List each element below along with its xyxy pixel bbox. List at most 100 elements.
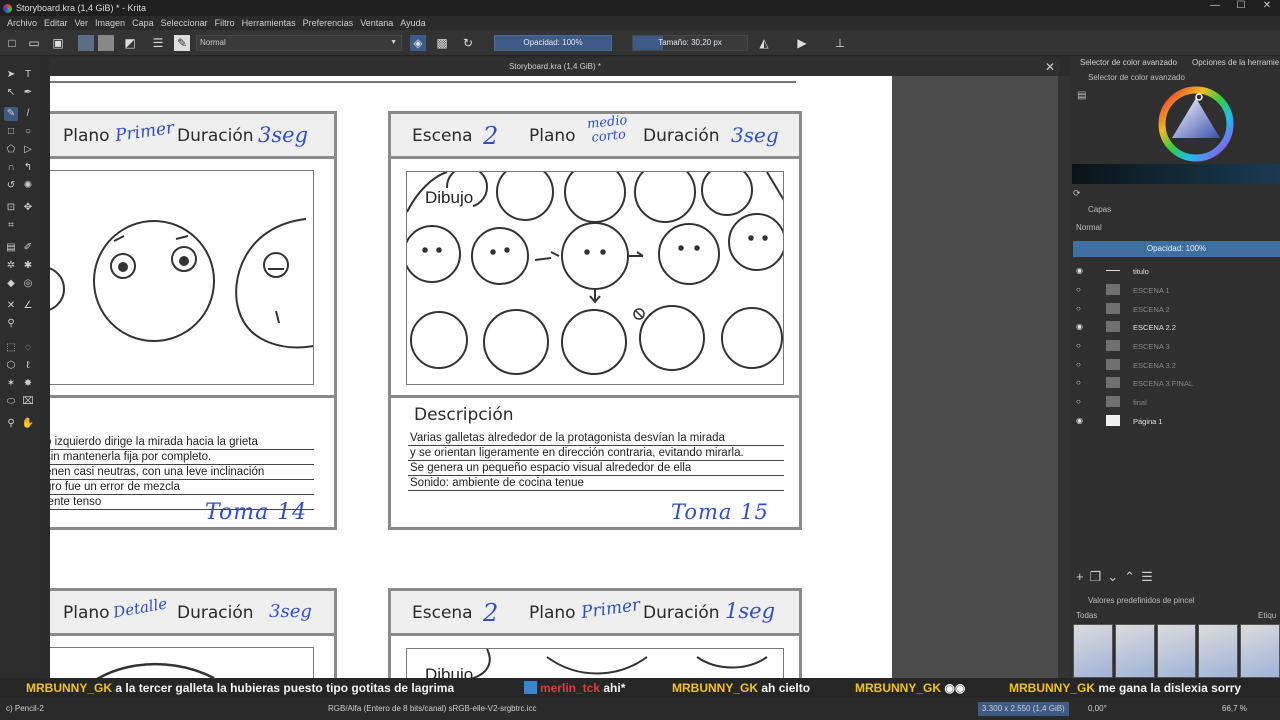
reload-preset-icon[interactable]: ↻ (460, 35, 476, 51)
layer-row[interactable]: ○ ESCENA 3.2 (1073, 356, 1280, 375)
close-document-icon[interactable]: ✕ (1045, 58, 1055, 76)
polygon-tool-icon[interactable]: ⬠ (4, 143, 18, 157)
reference-tool-icon[interactable]: ⚲ (4, 317, 18, 331)
eye-hidden-icon[interactable]: ○ (1076, 285, 1081, 294)
layer-row[interactable]: ◉ Página 1 (1073, 412, 1280, 431)
add-layer-icon[interactable]: + (1076, 569, 1090, 584)
menu-archivo[interactable]: Archivo (7, 18, 37, 28)
menu-ventana[interactable]: Ventana (360, 18, 393, 28)
smart-patch-icon[interactable]: ✱ (21, 259, 35, 273)
size-slider[interactable]: Tamaño: 30,20 px (632, 35, 748, 51)
edit-shapes-icon[interactable]: ↖ (4, 86, 18, 100)
layer-row[interactable]: ◉ ESCENA 2.2 (1073, 318, 1280, 337)
eye-hidden-icon[interactable]: ○ (1076, 360, 1081, 369)
colorize-mask-icon[interactable]: ✲ (4, 259, 18, 273)
menu-ver[interactable]: Ver (75, 18, 89, 28)
menu-editar[interactable]: Editar (44, 18, 68, 28)
document-tab[interactable]: Storyboard.kra (1,4 GiB) * ✕ (50, 58, 1060, 76)
open-folder-icon[interactable]: ▭ (26, 35, 42, 51)
layer-row[interactable]: ○ ESCENA 3 FINAL (1073, 374, 1280, 393)
bezier-select-icon[interactable]: ⬭ (4, 395, 18, 409)
eye-hidden-icon[interactable]: ○ (1076, 304, 1081, 313)
brush-preset-item[interactable] (1198, 624, 1239, 678)
color-swap-icon[interactable]: ◩ (122, 35, 138, 51)
menu-preferencias[interactable]: Preferencias (303, 18, 354, 28)
wrap-around-icon[interactable]: ⊥ (832, 35, 848, 51)
rectangle-tool-icon[interactable]: □ (4, 125, 18, 139)
brush-preset-item[interactable] (1114, 624, 1155, 678)
eraser-mode-icon[interactable]: ◈ (410, 35, 426, 51)
color-wheel[interactable] (1156, 84, 1236, 164)
magnetic-select-icon[interactable]: ⌧ (21, 395, 35, 409)
line-tool-icon[interactable]: / (21, 107, 35, 121)
brush-preset-item[interactable] (1073, 624, 1113, 678)
eye-hidden-icon[interactable]: ○ (1076, 378, 1081, 387)
tab-tool-options[interactable]: Opciones de la herramie (1192, 58, 1279, 67)
close-window-button[interactable]: ✕ (1254, 0, 1280, 11)
alpha-lock-icon[interactable]: ▩ (434, 35, 450, 51)
layer-row[interactable]: ○ ESCENA 3 (1073, 337, 1280, 356)
assistant-tool-icon[interactable]: ✕ (4, 299, 18, 313)
brush-preset-icon[interactable]: ✎ (174, 35, 190, 51)
gradient-tool-icon[interactable]: ▤ (4, 241, 18, 255)
layer-opacity-slider[interactable]: Opacidad: 100% (1073, 241, 1280, 257)
layers-blend-mode[interactable]: Normal (1076, 223, 1102, 232)
brush-settings-icon[interactable]: ☰ (150, 35, 166, 51)
color-settings-icon[interactable]: ▤ (1077, 90, 1086, 101)
tab-color-selector[interactable]: Selector de color avanzado (1080, 58, 1177, 67)
save-icon[interactable]: ▣ (50, 35, 66, 51)
multibrush-icon[interactable]: ✺ (21, 179, 35, 193)
layer-properties-icon[interactable]: ☰ (1141, 569, 1159, 584)
move-up-icon[interactable]: ⌃ (1124, 569, 1141, 584)
eye-visible-icon[interactable]: ◉ (1076, 416, 1083, 425)
refresh-icon[interactable]: ⟳ (1073, 188, 1081, 199)
polygon-select-icon[interactable]: ⬡ (4, 359, 18, 373)
freehand-select-icon[interactable]: ℓ (21, 359, 35, 373)
presets-filter-select[interactable]: Todas (1076, 611, 1097, 620)
mirror-vertical-icon[interactable]: ▶ (794, 35, 810, 51)
dynamic-brush-icon[interactable]: ↺ (4, 179, 18, 193)
layer-row[interactable]: ○ ESCENA 1 (1073, 281, 1280, 300)
bezier-tool-icon[interactable]: ∩ (4, 161, 18, 175)
menu-ayuda[interactable]: Ayuda (400, 18, 425, 28)
color-picker-icon[interactable]: ✐ (21, 241, 35, 255)
eye-visible-icon[interactable]: ◉ (1076, 266, 1083, 275)
rect-select-icon[interactable]: ⬚ (4, 341, 18, 355)
ellipse-select-icon[interactable]: ◌ (21, 341, 35, 355)
eye-visible-icon[interactable]: ◉ (1076, 322, 1083, 331)
ellipse-tool-icon[interactable]: ○ (21, 125, 35, 139)
canvas-scroll-gutter[interactable] (1058, 76, 1070, 680)
mirror-horizontal-icon[interactable]: ◭ (756, 35, 772, 51)
opacity-slider[interactable]: Opacidad: 100% (494, 35, 612, 51)
move-tool-icon[interactable]: ✥ (21, 201, 35, 215)
menu-filtro[interactable]: Filtro (215, 18, 235, 28)
blend-mode-select[interactable]: Normal ▼ (196, 35, 402, 51)
contiguous-select-icon[interactable]: ✶ (4, 377, 18, 391)
brush-preset-item[interactable] (1156, 624, 1197, 678)
enclose-fill-icon[interactable]: ◎ (21, 277, 35, 291)
storyboard-page[interactable]: Plano Primer Duración 3seg o izquierdo d… (50, 76, 892, 680)
status-brush-name[interactable]: c) Pencil-2 (6, 698, 44, 720)
minimize-button[interactable]: — (1202, 0, 1228, 11)
menu-seleccionar[interactable]: Seleccionar (161, 18, 208, 28)
status-rotation[interactable]: 0,00° (1088, 698, 1107, 720)
layer-row[interactable]: ◉ titulo (1073, 262, 1280, 281)
gradient-swatch-icon[interactable] (78, 35, 94, 51)
zoom-tool-icon[interactable]: ⚲ (4, 417, 18, 431)
polyline-tool-icon[interactable]: ▷ (21, 143, 35, 157)
menu-herramientas[interactable]: Herramientas (242, 18, 296, 28)
menu-capa[interactable]: Capa (132, 18, 154, 28)
text-tool-icon[interactable]: T (21, 68, 35, 82)
brush-preset-item[interactable] (1240, 624, 1280, 678)
eye-hidden-icon[interactable]: ○ (1076, 397, 1081, 406)
layer-row[interactable]: ○ final (1073, 393, 1280, 412)
fill-tool-icon[interactable]: ◆ (4, 277, 18, 291)
layer-row[interactable]: ○ ESCENA 2 (1073, 300, 1280, 319)
pan-tool-icon[interactable]: ✋ (21, 417, 35, 431)
color-strip[interactable] (1072, 164, 1280, 184)
crop-tool-icon[interactable]: ⌗ (4, 219, 18, 233)
freehand-path-icon[interactable]: ↰ (21, 161, 35, 175)
menu-imagen[interactable]: Imagen (95, 18, 125, 28)
move-down-icon[interactable]: ⌄ (1107, 569, 1124, 584)
similar-select-icon[interactable]: ✸ (21, 377, 35, 391)
